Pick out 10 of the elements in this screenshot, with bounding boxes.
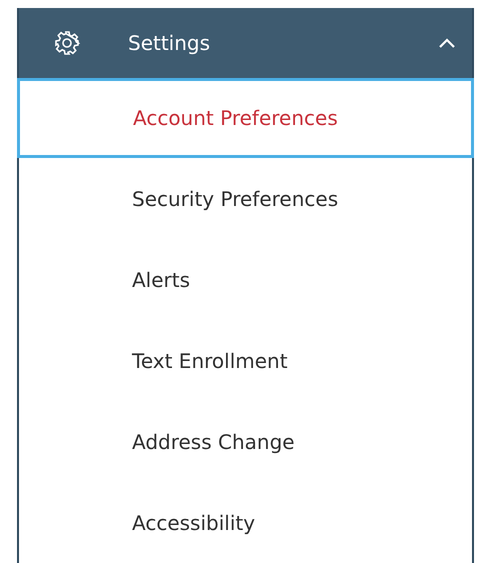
gear-icon	[54, 30, 80, 56]
menu-item[interactable]: Accessibility	[19, 482, 472, 563]
caret-icon	[438, 37, 456, 49]
menu-item[interactable]: Account Preferences	[17, 78, 474, 158]
menu-item[interactable]: Security Preferences	[19, 158, 472, 239]
menu-item[interactable]: Address Change	[19, 401, 472, 482]
settings-header[interactable]: Settings	[19, 8, 472, 78]
menu-item[interactable]: Alerts	[19, 239, 472, 320]
menu-item[interactable]: Text Enrollment	[19, 320, 472, 401]
header-title: Settings	[128, 31, 212, 55]
